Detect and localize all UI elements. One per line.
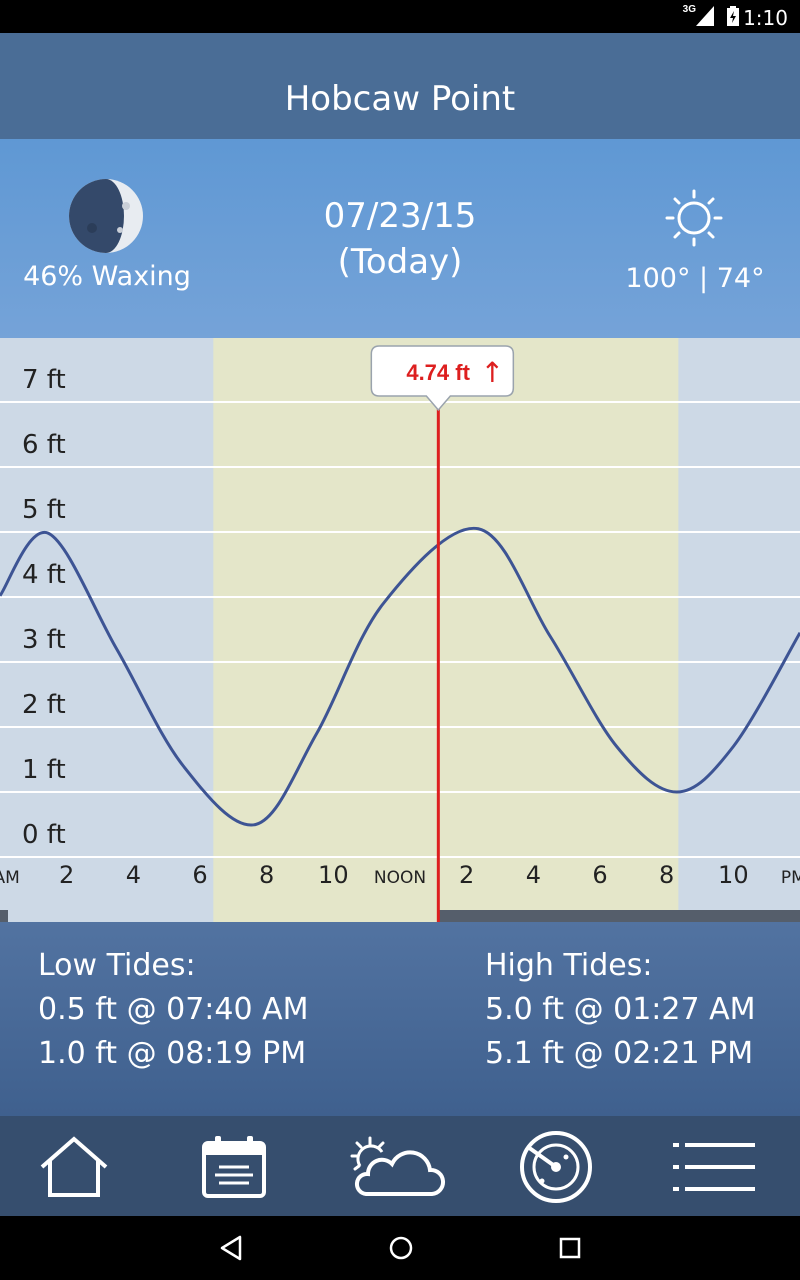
high-tide-entry: 5.1 ft @ 02:21 PM xyxy=(485,1036,754,1071)
back-icon[interactable] xyxy=(218,1234,244,1262)
home-icon xyxy=(40,1136,108,1197)
x-tick-label: 6 xyxy=(592,861,607,889)
radar-icon xyxy=(520,1131,592,1203)
battery-icon xyxy=(727,6,739,26)
x-tick-label: 8 xyxy=(659,861,674,889)
scroll-indicator-left xyxy=(0,910,8,922)
moon-phase-label: 46% Waxing xyxy=(23,261,191,292)
x-tick-label: 2 xyxy=(459,861,474,889)
x-tick-label: 4 xyxy=(126,861,141,889)
bottom-nav xyxy=(0,1116,800,1216)
x-tick-label: 10 xyxy=(718,861,749,889)
nav-calendar-button[interactable] xyxy=(184,1130,284,1204)
nav-weather-button[interactable] xyxy=(344,1130,448,1204)
low-tides-title: Low Tides: xyxy=(38,948,196,983)
high-tides: High Tides: 5.0 ft @ 01:27 AM 5.1 ft @ 0… xyxy=(485,944,756,1076)
y-tick-label: 6 ft xyxy=(22,430,66,460)
info-band: 46% Waxing 07/23/15 (Today) 100° | 74° xyxy=(0,139,800,338)
home-circle-icon[interactable] xyxy=(388,1234,414,1262)
date-note: (Today) xyxy=(337,242,463,282)
temperature-range: 100° | 74° xyxy=(625,263,765,294)
y-tick-label: 1 ft xyxy=(22,755,66,785)
signal-icon xyxy=(696,6,714,26)
y-tick-label: 0 ft xyxy=(22,820,66,850)
low-tide-entry: 1.0 ft @ 08:19 PM xyxy=(38,1036,307,1071)
calendar-icon xyxy=(202,1136,266,1198)
x-tick-label: PM xyxy=(781,868,800,888)
nav-menu-button[interactable] xyxy=(664,1130,764,1204)
nav-home-button[interactable] xyxy=(24,1130,124,1204)
low-tide-entry: 0.5 ft @ 07:40 AM xyxy=(38,992,309,1027)
y-tick-label: 3 ft xyxy=(22,625,66,655)
x-tick-label: 4 xyxy=(526,861,541,889)
system-navigation xyxy=(0,1216,800,1280)
moon-phase-icon xyxy=(69,179,143,253)
y-tick-label: 7 ft xyxy=(22,365,66,395)
nav-radar-button[interactable] xyxy=(506,1130,606,1204)
y-tick-label: 4 ft xyxy=(22,560,66,590)
tide-chart-svg[interactable]: 0 ft 1 ft 2 ft 3 ft 4 ft 5 ft 6 ft 7 ft AM 2 4 6 8 1… xyxy=(0,338,800,922)
x-tick-label: 10 xyxy=(318,861,349,889)
x-tick-label: NOON xyxy=(374,868,426,888)
x-tick-label: 2 xyxy=(59,861,74,889)
high-tide-entry: 5.0 ft @ 01:27 AM xyxy=(485,992,756,1027)
tide-rising-arrow-icon: ↑ xyxy=(481,356,504,389)
y-tick-label: 2 ft xyxy=(22,690,66,720)
x-tick-label: 8 xyxy=(259,861,274,889)
date-value: 07/23/15 xyxy=(323,196,477,236)
menu-icon xyxy=(673,1143,755,1191)
clock: 1:10 xyxy=(743,6,788,30)
selected-date[interactable]: 07/23/15 (Today) xyxy=(250,193,550,285)
daylight-band xyxy=(213,338,679,922)
recents-icon[interactable] xyxy=(558,1234,584,1262)
scroll-indicator xyxy=(438,910,800,922)
app-header: Hobcaw Point xyxy=(0,33,800,139)
high-tides-title: High Tides: xyxy=(485,948,653,983)
weather-icon xyxy=(350,1136,445,1196)
sun-icon xyxy=(665,189,723,247)
x-tick-label: 6 xyxy=(192,861,207,889)
y-tick-label: 5 ft xyxy=(22,495,66,525)
x-tick-label: AM xyxy=(0,868,20,888)
tide-summary: Low Tides: 0.5 ft @ 07:40 AM 1.0 ft @ 08… xyxy=(0,922,800,1116)
tide-chart[interactable]: 0 ft 1 ft 2 ft 3 ft 4 ft 5 ft 6 ft 7 ft AM 2 4 6 8 1… xyxy=(0,338,800,922)
network-type: 3G xyxy=(682,4,696,15)
location-title[interactable]: Hobcaw Point xyxy=(0,79,800,119)
current-tide-value: 4.74 ft xyxy=(406,360,470,385)
status-bar: 3G 1:10 xyxy=(0,0,800,33)
low-tides: Low Tides: 0.5 ft @ 07:40 AM 1.0 ft @ 08… xyxy=(38,944,309,1076)
